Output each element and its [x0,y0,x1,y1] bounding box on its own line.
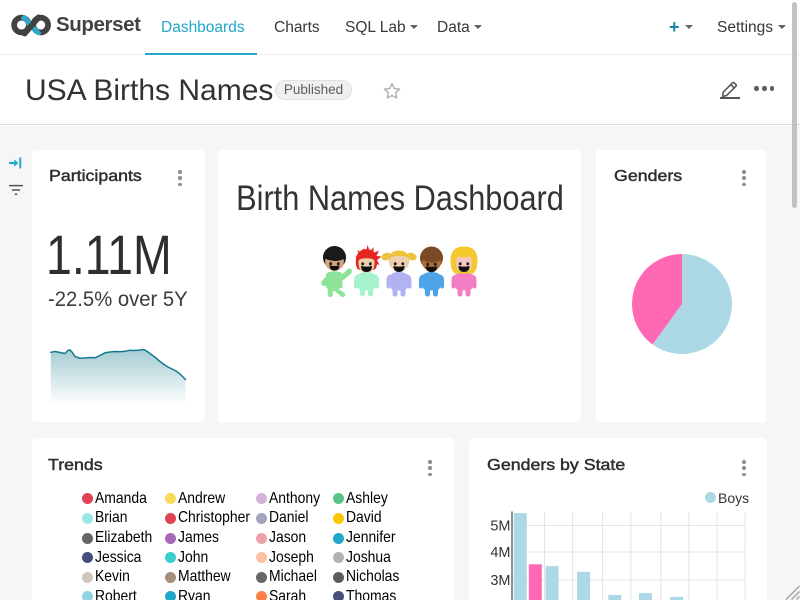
svg-text:5M: 5M [490,519,510,535]
svg-text:3M: 3M [490,573,510,589]
svg-text:4M: 4M [490,545,510,561]
